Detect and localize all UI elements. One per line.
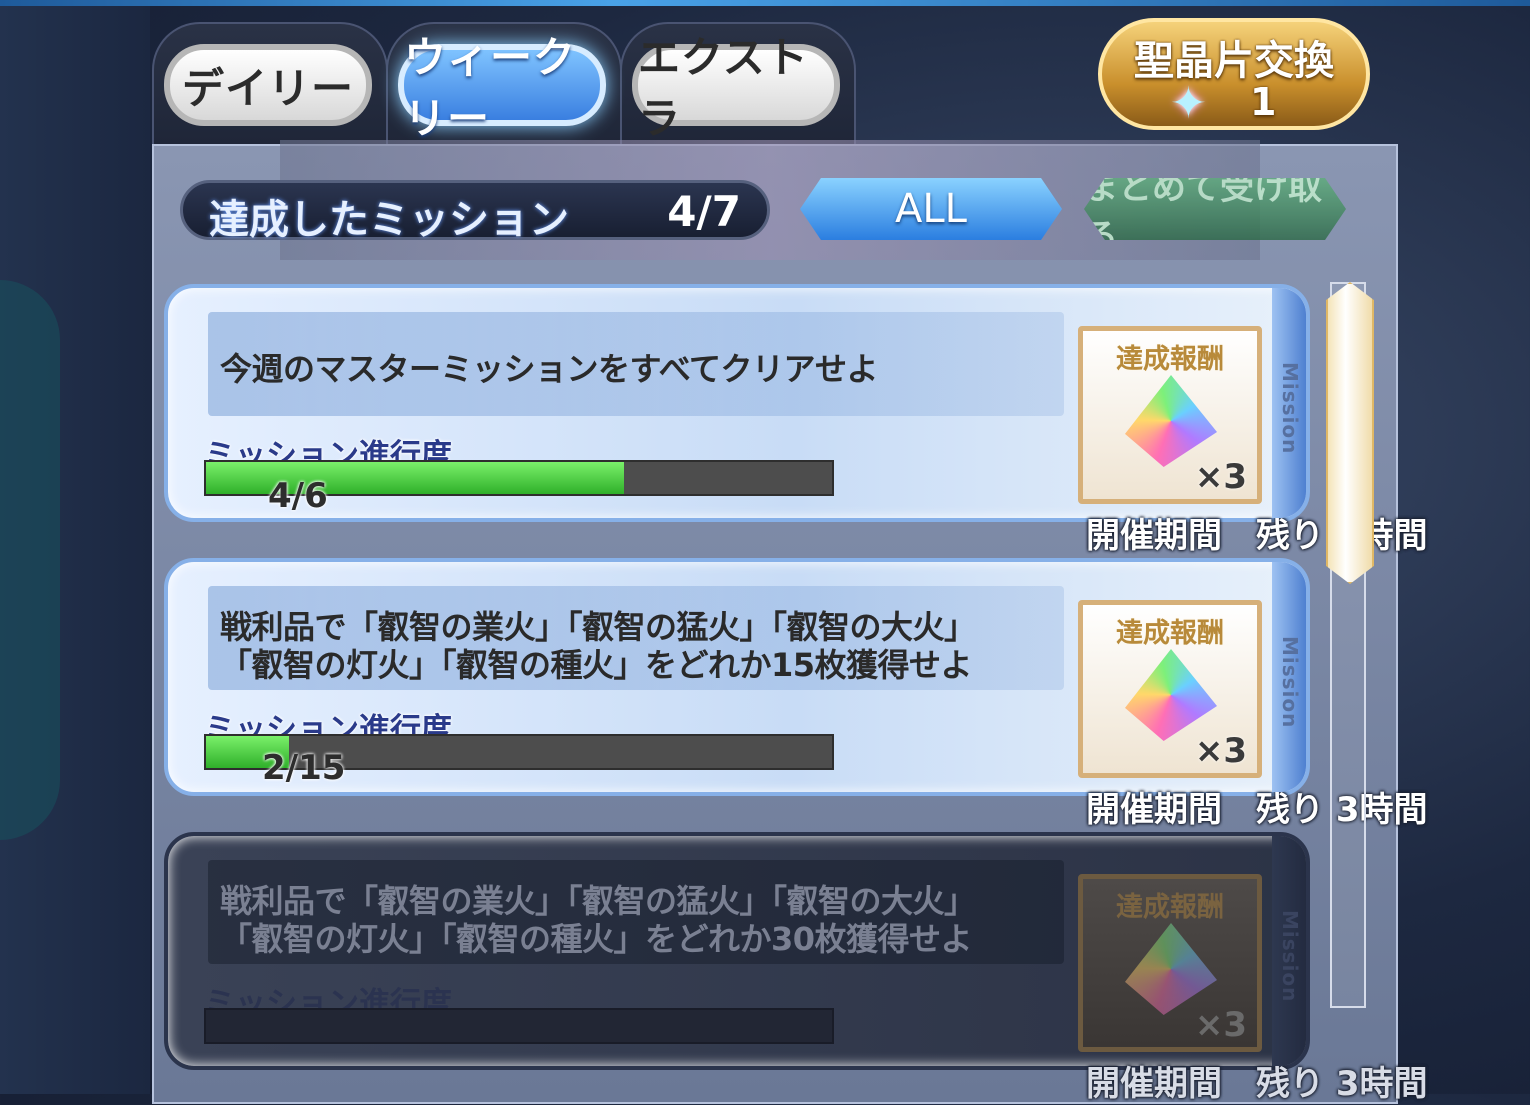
tab-extra[interactable]: エクストラ: [632, 33, 840, 143]
saint-quartz-icon: [1125, 375, 1217, 467]
progress-text: 4/6: [268, 476, 328, 516]
mission-card[interactable]: 今週のマスターミッションをすべてクリアせよ ミッション進行度 4/6 達成報酬 …: [164, 284, 1428, 556]
saint-quartz-icon: [1125, 649, 1217, 741]
quartz-fragment-exchange-button[interactable]: 聖晶片交換 ✦ 1: [1098, 18, 1370, 130]
achieved-missions-counter: 達成したミッション 4/7: [180, 180, 770, 243]
mission-text: 今週のマスターミッションをすべてクリアせよ: [220, 350, 878, 388]
reward-title: 達成報酬: [1116, 892, 1224, 923]
mission-side-label: Mission: [1278, 362, 1302, 455]
tab-weekly-label: ウィークリー: [404, 33, 577, 143]
filter-all-button[interactable]: ALL: [800, 178, 1062, 240]
event-period: 開催期間 残り 3時間: [1086, 790, 1428, 830]
achieved-count: 4/7: [667, 187, 741, 236]
reward-box[interactable]: 達成報酬 ×3: [1078, 600, 1262, 778]
saint-quartz-fragment-icon: ✦: [1170, 78, 1207, 129]
exchange-count: 1: [1250, 80, 1277, 124]
reward-quantity: ×3: [1194, 457, 1247, 497]
background-left: [0, 0, 150, 1094]
tab-extra-label: エクストラ: [638, 33, 809, 143]
event-period: 開催期間 残り 3時間: [1086, 1064, 1428, 1104]
saint-quartz-icon: [1125, 923, 1217, 1015]
progress-text: 2/15: [262, 748, 346, 788]
mission-card[interactable]: 戦利品で「叡智の業火」「叡智の猛火」「叡智の大火」 「叡智の灯火」「叡智の種火」…: [164, 558, 1428, 830]
reward-title: 達成報酬: [1116, 618, 1224, 649]
mission-side-label: Mission: [1278, 636, 1302, 729]
tab-daily-label: デイリー: [181, 63, 354, 113]
mission-text: 戦利品で「叡智の業火」「叡智の猛火」「叡智の大火」 「叡智の灯火」「叡智の種火」…: [220, 882, 976, 958]
event-period: 開催期間 残り 3時間: [1086, 516, 1428, 556]
scrollbar-thumb[interactable]: [1326, 282, 1374, 584]
reward-box[interactable]: 達成報酬 ×3: [1078, 874, 1262, 1052]
collect-all-button[interactable]: まとめて受け取る: [1084, 178, 1346, 240]
reward-quantity: ×3: [1194, 731, 1247, 771]
reward-box[interactable]: 達成報酬 ×3: [1078, 326, 1262, 504]
progress-bar: [204, 1008, 834, 1044]
background-swirl: [0, 280, 60, 840]
reward-quantity: ×3: [1194, 1005, 1247, 1045]
exchange-title: 聖晶片交換: [1134, 38, 1334, 84]
mission-text: 戦利品で「叡智の業火」「叡智の猛火」「叡智の大火」 「叡智の灯火」「叡智の種火」…: [220, 608, 976, 684]
achieved-label: 達成したミッション: [209, 197, 569, 243]
reward-title: 達成報酬: [1116, 344, 1224, 375]
mission-card-locked[interactable]: 戦利品で「叡智の業火」「叡智の猛火」「叡智の大火」 「叡智の灯火」「叡智の種火」…: [164, 832, 1428, 1104]
mission-side-label: Mission: [1278, 910, 1302, 1003]
top-glow: [0, 0, 1530, 6]
tab-daily[interactable]: デイリー: [164, 44, 372, 126]
tab-weekly[interactable]: ウィークリー: [398, 33, 606, 143]
